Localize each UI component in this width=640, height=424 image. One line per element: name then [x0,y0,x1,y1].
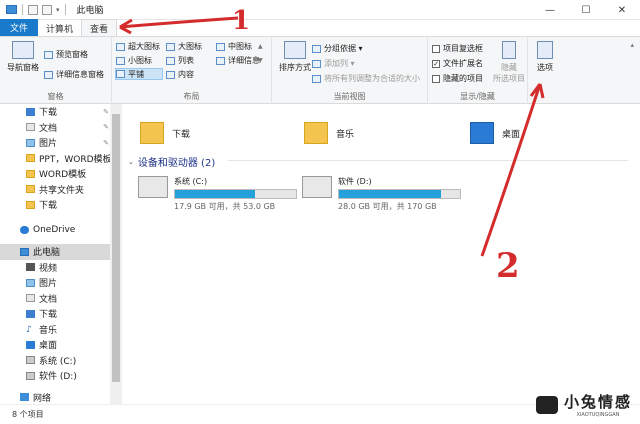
rabbit-logo-icon [535,395,558,414]
annotation-step-2: 2 [496,246,520,286]
annotation-layer [119,16,545,257]
annotation-arrow-2 [480,83,542,257]
watermark: 小兔情感 XIAOTUQINGGAN [535,391,632,418]
annotation-arrow-1 [119,16,239,29]
watermark-title: 小兔情感 [563,393,632,411]
annotation-step-1: 1 [232,6,251,36]
watermark-sub: XIAOTUQINGGAN [576,412,620,418]
